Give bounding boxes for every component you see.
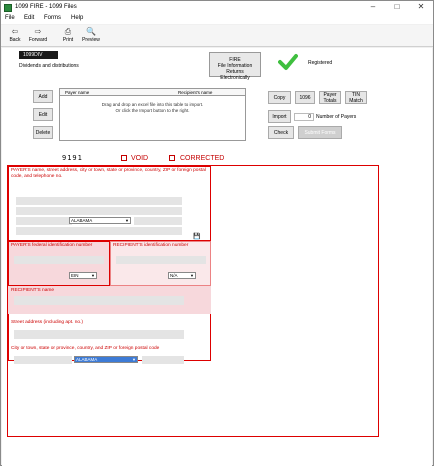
form-number: 9191 bbox=[62, 154, 83, 162]
chevron-down-icon: ▼ bbox=[190, 273, 194, 278]
payer-zip-field[interactable] bbox=[134, 217, 182, 225]
app-icon bbox=[4, 4, 12, 12]
preview-button[interactable]: 🔍 Preview bbox=[80, 27, 102, 45]
maximize-icon[interactable]: □ bbox=[385, 1, 409, 13]
main-content: 1099DIV Dividends and distributions FIRE… bbox=[2, 48, 432, 466]
back-button[interactable]: ⇦ Back bbox=[4, 27, 26, 45]
chevron-down-icon: ▼ bbox=[132, 357, 136, 362]
recipient-state-select[interactable]: ALABAMA ▼ bbox=[74, 356, 138, 363]
import-table[interactable]: Payer name Recipient's name Drag and dro… bbox=[59, 88, 246, 141]
payer-city-field[interactable] bbox=[16, 217, 72, 225]
recipient-tin-type-value: N/A bbox=[170, 273, 178, 278]
payer-label: PAYER'S name, street address, city or to… bbox=[11, 168, 206, 179]
toolbar: ⇦ Back ⇨ Forward ⎙ Print 🔍 Preview bbox=[1, 25, 433, 47]
menu-help[interactable]: Help bbox=[71, 15, 83, 21]
payer-state-select[interactable]: ALABAMA ▼ bbox=[69, 217, 131, 224]
payer-tin-type[interactable]: EIN ▼ bbox=[69, 272, 97, 279]
edit-button[interactable]: Edit bbox=[33, 108, 53, 121]
payer-tin-field[interactable] bbox=[14, 256, 104, 264]
void-checkbox[interactable] bbox=[121, 155, 127, 161]
tin-match-button[interactable]: TIN Match bbox=[345, 91, 367, 104]
number-of-payers-label: Number of Payers bbox=[316, 114, 357, 120]
back-icon: ⇦ bbox=[11, 27, 19, 36]
payer-name-field[interactable] bbox=[16, 197, 182, 205]
city-label: City or town, state or province, country… bbox=[11, 346, 160, 351]
recipient-name-label: RECIPIENT'S name bbox=[11, 288, 55, 293]
back-label: Back bbox=[9, 37, 21, 43]
payer-totals-line2: Totals bbox=[323, 97, 337, 104]
title-bar: 1099 FIRE - 1099 Files – □ ✕ bbox=[1, 1, 433, 14]
close-icon[interactable]: ✕ bbox=[409, 1, 433, 13]
preview-label: Preview bbox=[82, 37, 100, 43]
1096-button[interactable]: 1096 bbox=[295, 91, 315, 104]
preview-icon: 🔍 bbox=[86, 27, 96, 36]
col-payer-name[interactable]: Payer name bbox=[65, 90, 89, 95]
col-recipient-name[interactable]: Recipient's name bbox=[178, 90, 212, 95]
corrected-label: CORRECTED bbox=[180, 155, 225, 162]
payer-tin-label: PAYER'S federal identification number bbox=[11, 243, 93, 248]
import-table-header: Payer name Recipient's name bbox=[60, 89, 245, 96]
recipient-name-field[interactable] bbox=[14, 296, 184, 305]
chevron-down-icon: ▼ bbox=[125, 218, 129, 223]
street-label: Street address (including apt. no.) bbox=[11, 320, 83, 325]
street-field[interactable] bbox=[14, 330, 184, 339]
menu-file[interactable]: File bbox=[5, 15, 15, 21]
forward-button[interactable]: ⇨ Forward bbox=[27, 27, 49, 45]
fire-button[interactable]: FIRE File Information Returns Electronic… bbox=[209, 52, 261, 81]
recipient-zip-field[interactable] bbox=[142, 356, 184, 364]
print-button[interactable]: ⎙ Print bbox=[57, 27, 79, 45]
number-of-payers-field: 0 bbox=[294, 113, 314, 121]
check-icon bbox=[278, 54, 298, 70]
void-label: VOID bbox=[131, 155, 149, 162]
form-tag: 1099DIV bbox=[19, 51, 58, 59]
tin-match-line2: Match bbox=[349, 97, 363, 104]
fire-button-line3: Electronically bbox=[220, 75, 250, 81]
print-label: Print bbox=[62, 37, 74, 43]
registered-label: Registered bbox=[308, 60, 333, 66]
menu-edit[interactable]: Edit bbox=[24, 15, 34, 21]
minimize-icon[interactable]: – bbox=[361, 1, 385, 13]
fire-button-line2: File Information Returns bbox=[217, 63, 253, 75]
submit-forms-button[interactable]: Submit Forms bbox=[298, 126, 342, 139]
recipient-tin-label: RECIPIENT'S identification number bbox=[113, 243, 189, 248]
payer-address-field[interactable] bbox=[16, 207, 182, 215]
forward-icon: ⇨ bbox=[34, 27, 42, 36]
payer-state-value: ALABAMA bbox=[71, 218, 93, 223]
delete-button[interactable]: Delete bbox=[33, 126, 53, 139]
chevron-down-icon: ▼ bbox=[91, 273, 95, 278]
import-hint-line2: Or click the Import button to the right. bbox=[115, 108, 190, 113]
copy-button[interactable]: Copy bbox=[268, 91, 291, 104]
form-1099-div: PAYER'S name, street address, city or to… bbox=[7, 165, 379, 437]
window-title: 1099 FIRE - 1099 Files bbox=[15, 4, 77, 10]
menu-forms[interactable]: Forms bbox=[44, 15, 61, 21]
app-window: 1099 FIRE - 1099 Files – □ ✕ File Edit F… bbox=[0, 0, 434, 466]
payer-tin-type-value: EIN bbox=[71, 273, 79, 278]
menu-bar: File Edit Forms Help bbox=[1, 14, 433, 24]
save-icon[interactable]: 💾 bbox=[193, 233, 200, 240]
forward-label: Forward bbox=[28, 37, 48, 43]
recipient-tin-field[interactable] bbox=[116, 256, 206, 264]
payer-totals-button[interactable]: Payer Totals bbox=[319, 91, 341, 104]
recipient-city-field[interactable] bbox=[14, 356, 72, 364]
form-subtitle: Dividends and distributions bbox=[19, 63, 79, 69]
add-button[interactable]: Add bbox=[33, 90, 53, 103]
recipient-state-value: ALABAMA bbox=[76, 357, 98, 362]
import-button[interactable]: Import bbox=[268, 110, 291, 123]
print-icon: ⎙ bbox=[64, 27, 72, 36]
check-button[interactable]: Check bbox=[268, 126, 294, 139]
payer-phone-field[interactable] bbox=[16, 227, 182, 235]
recipient-tin-type[interactable]: N/A ▼ bbox=[168, 272, 196, 279]
corrected-checkbox[interactable] bbox=[169, 155, 175, 161]
import-hint: Drag and drop an excel file into this ta… bbox=[60, 102, 245, 114]
